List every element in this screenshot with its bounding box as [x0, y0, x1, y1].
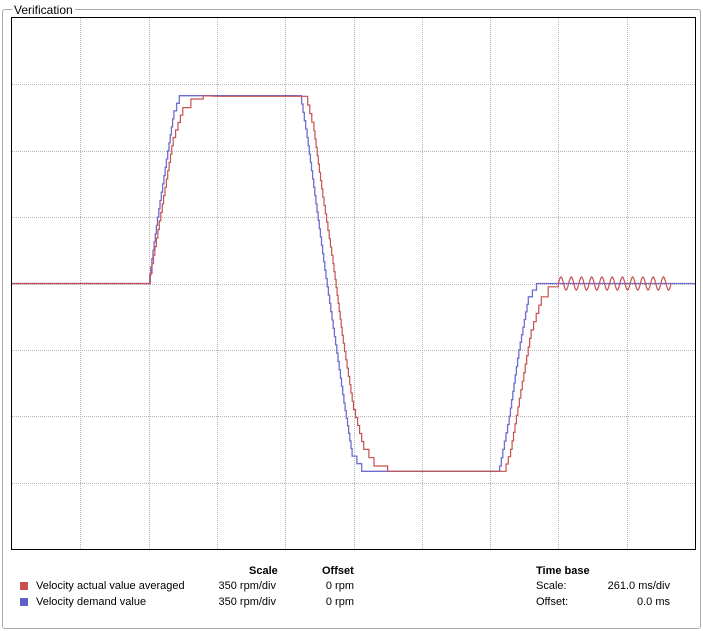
legend-label-demand: Velocity demand value	[36, 596, 147, 608]
legend-header-scale: Scale	[249, 565, 278, 577]
time-base-offset-value: 0.0 ms	[636, 596, 670, 608]
legend-scale-demand: 350 rpm/div	[218, 596, 276, 608]
time-base-header: Time base	[536, 565, 590, 577]
oscilloscope-plot[interactable]	[11, 17, 696, 550]
legend-offset-actual: 0 rpm	[325, 580, 354, 592]
time-base-offset-label: Offset:	[536, 596, 569, 608]
legend-swatch-demand	[20, 598, 28, 606]
legend-swatch-actual	[20, 582, 28, 590]
panel-title: Verification	[12, 3, 75, 17]
time-base-scale-label: Scale:	[536, 580, 567, 592]
legend-header-offset: Offset	[322, 565, 354, 577]
legend-label-actual: Velocity actual value averaged	[36, 580, 185, 592]
legend-scale-actual: 350 rpm/div	[218, 580, 276, 592]
legend-offset-demand: 0 rpm	[325, 596, 354, 608]
plot-canvas	[12, 18, 695, 549]
time-base-scale-value: 261.0 ms/div	[607, 580, 670, 592]
